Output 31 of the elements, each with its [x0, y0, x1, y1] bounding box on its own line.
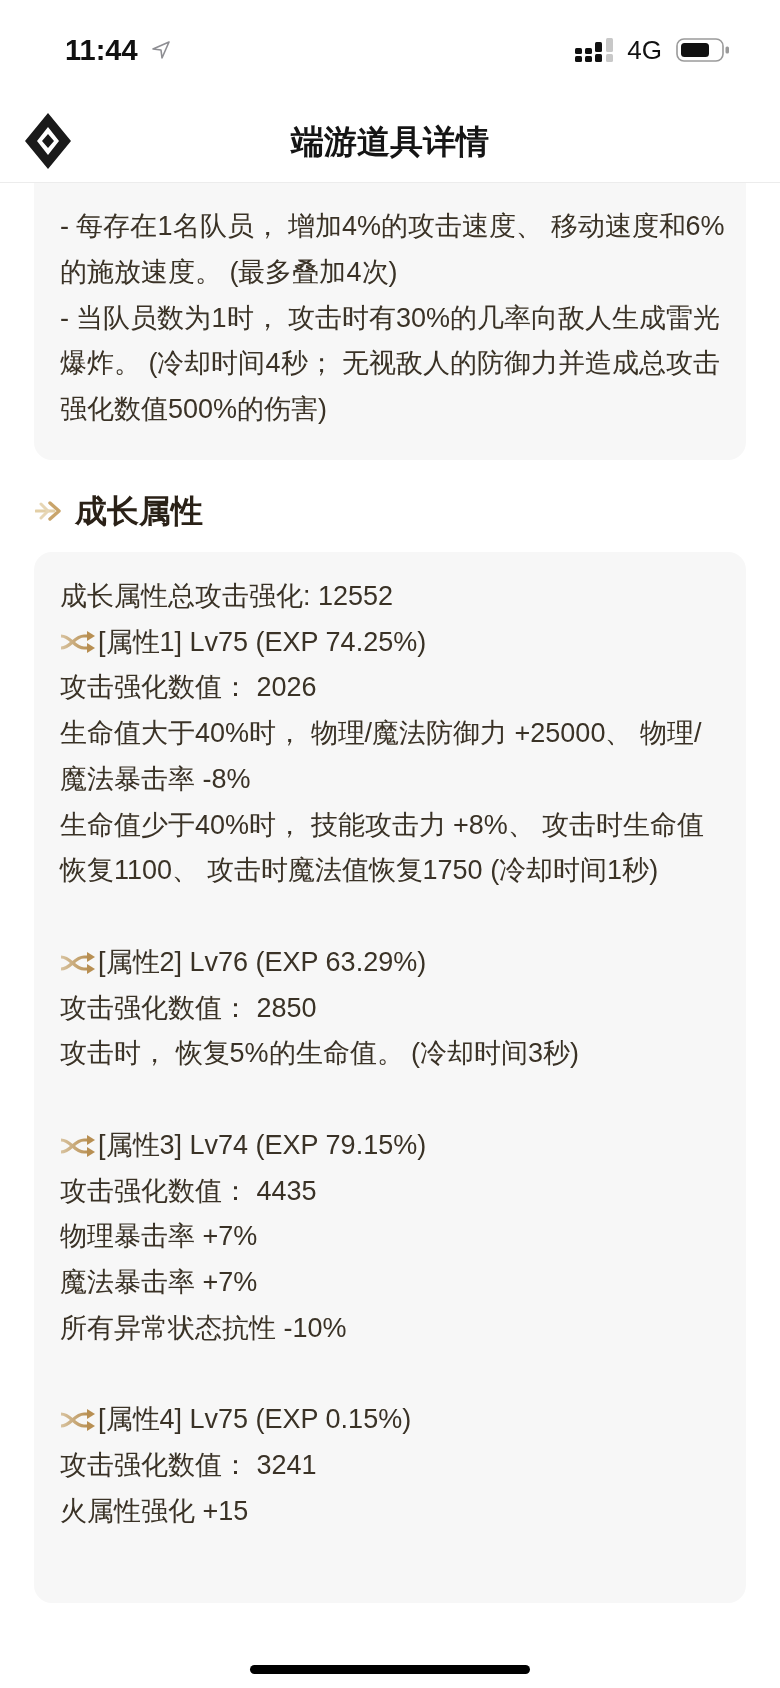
attribute-stat: 攻击时， 恢复5%的生命值。 (冷却时间3秒)	[60, 1037, 581, 1071]
page-title: 端游道具详情	[291, 124, 489, 158]
section-title: 成长属性	[75, 494, 203, 527]
attribute-stat: 生命值少于40%时， 技能攻击力 +8%、 攻击时生命值恢复1100、 攻击时魔法值恢复1750 (冷却时间1秒)	[60, 808, 706, 888]
logo-icon	[25, 113, 71, 169]
attribute-stat: 攻击强化数值： 3241	[60, 1449, 318, 1482]
growth-total: 成长属性总攻击强化: 12552	[60, 579, 395, 613]
status-time: 11:44	[65, 35, 138, 65]
signal-icon	[575, 38, 614, 62]
attribute-title: [属性3] Lv74 (EXP 79.15%)	[98, 1128, 427, 1162]
shuffle-icon	[60, 1134, 96, 1157]
attribute-title: [属性2] Lv76 (EXP 63.29%)	[98, 945, 427, 979]
attribute-stat: 攻击强化数值： 4435	[60, 1174, 318, 1208]
attribute-stat: 火属性强化 +15	[60, 1494, 250, 1528]
attribute-stat: 攻击强化数值： 2026	[60, 671, 318, 705]
battery-icon	[676, 38, 730, 62]
network-label: 4G	[627, 37, 662, 63]
location-arrow-icon	[151, 41, 170, 59]
attribute-title: [属性1] Lv75 (EXP 74.25%)	[98, 625, 427, 659]
shuffle-icon	[60, 631, 96, 654]
shuffle-icon	[60, 951, 96, 974]
attribute-stat: 魔法暴击率 +7%	[60, 1266, 259, 1299]
attribute-stat: 攻击强化数值： 2850	[60, 991, 318, 1025]
attribute-stat: 物理暴击率 +7%	[60, 1220, 259, 1254]
arrow-icon	[35, 499, 63, 522]
attribute-stat: 生命值大于40%时， 物理/魔法防御力 +25000、 物理/魔法暴击率 -8%	[60, 717, 703, 796]
effect-description: - 每存在1名队员， 增加4%的攻击速度、 移动速度和6%的施放速度。 (最多叠加4次)	[60, 210, 726, 289]
attribute-title: [属性4] Lv75 (EXP 0.15%)	[98, 1403, 412, 1437]
shuffle-icon	[60, 1409, 96, 1432]
effect-description: - 当队员数为1时， 攻击时有30%的几率向敌人生成雷光爆炸。 (冷却时间4秒； 无视敌人的防御力并造成总攻击强化数值500%的伤害)	[60, 301, 722, 426]
attribute-stat: 所有异常状态抗性 -10%	[60, 1311, 348, 1345]
